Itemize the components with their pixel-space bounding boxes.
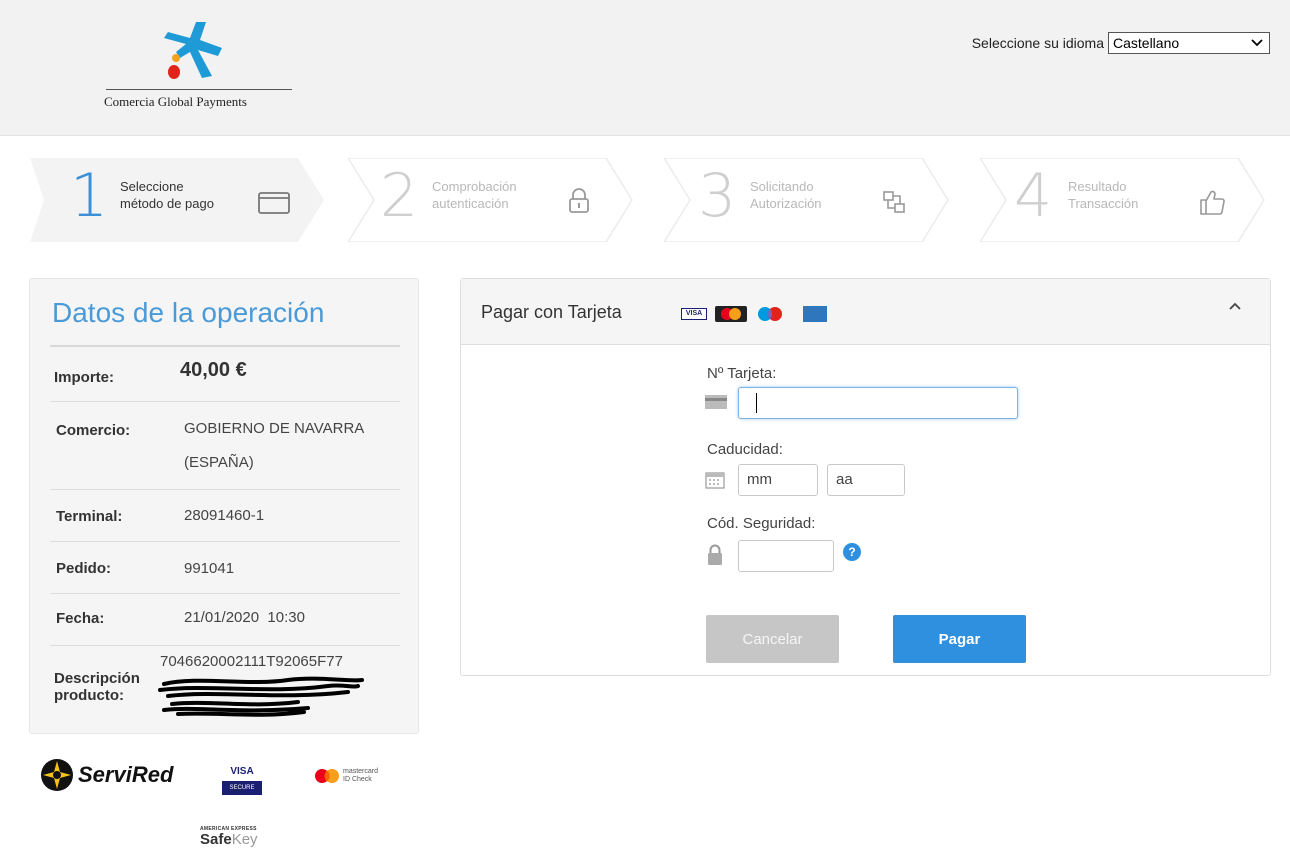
step-label: Resultado Transacción — [1068, 179, 1139, 211]
mastercard-idcheck-logo: mastercard ID Check — [314, 768, 378, 784]
step-number: 4 — [1014, 161, 1053, 231]
row-date: Fecha: 21/01/2020 10:30 — [50, 594, 400, 646]
mastercard-icon — [315, 769, 339, 783]
cvv-input[interactable] — [738, 540, 834, 572]
amex-safekey-logo: AMERICAN EXPRESS SafeKey — [200, 826, 258, 848]
operation-details-panel: Datos de la operación Importe: 40,00 € C… — [29, 278, 419, 734]
security-logos: ServiRed VISA SECURE mastercard ID Check… — [40, 752, 420, 852]
logo-text: Comercia Global Payments — [104, 94, 247, 109]
text-cursor — [756, 393, 757, 413]
network-icon — [883, 191, 905, 213]
step-label: Solicitando Autorización — [750, 179, 822, 211]
row-order: Pedido: 991041 — [50, 542, 400, 594]
amount-label: Importe: — [54, 369, 114, 386]
card-panel-header[interactable]: Pagar con Tarjeta VISA — [461, 279, 1270, 345]
description-value: 7046620002111T92065F77 — [160, 653, 343, 670]
row-description: Descripción producto: 7046620002111T9206… — [50, 646, 400, 726]
step-number: 2 — [380, 161, 419, 231]
step-number: 3 — [698, 161, 737, 231]
card-icon — [705, 395, 727, 409]
operation-title: Datos de la operación — [52, 297, 325, 328]
chevron-up-icon[interactable] — [1228, 301, 1242, 311]
mastercard-icon — [715, 306, 747, 322]
amex-icon — [803, 306, 827, 322]
step-1: 1 Seleccione método de pago — [30, 158, 330, 242]
visa-icon: VISA — [681, 308, 707, 320]
caixa-star-icon — [164, 22, 222, 79]
row-terminal: Terminal: 28091460-1 — [50, 490, 400, 542]
visa-secure-logo: VISA SECURE — [222, 766, 262, 800]
order-label: Pedido: — [56, 560, 111, 577]
expiry-month-input[interactable]: mm — [738, 464, 818, 496]
servired-icon — [41, 759, 73, 791]
pay-button[interactable]: Pagar — [893, 615, 1026, 663]
step-2: 2 Comprobación autenticación — [348, 158, 648, 242]
padlock-icon — [708, 544, 722, 565]
date-value: 21/01/2020 10:30 — [184, 609, 305, 626]
card-brands: VISA — [681, 305, 827, 323]
language-select[interactable]: Castellano — [1108, 32, 1270, 54]
card-panel-title: Pagar con Tarjeta — [481, 302, 622, 322]
servired-logo: ServiRed — [40, 758, 173, 792]
row-amount: Importe: 40,00 € — [50, 347, 400, 402]
amount-value: 40,00 € — [180, 359, 247, 381]
merchant-value: GOBIERNO DE NAVARRA (ESPAÑA) — [184, 420, 365, 471]
calendar-icon — [705, 472, 725, 489]
language-selected-value: Castellano — [1113, 35, 1180, 51]
date-label: Fecha: — [56, 610, 105, 627]
expiry-year-input[interactable]: aa — [827, 464, 905, 496]
order-value: 991041 — [184, 560, 235, 577]
terminal-value: 28091460-1 — [184, 507, 265, 524]
step-number: 1 — [70, 161, 109, 231]
cvv-label: Cód. Seguridad: — [707, 515, 816, 532]
card-number-input[interactable] — [738, 387, 1018, 419]
merchant-label: Comercio: — [56, 422, 131, 439]
language-selector-group: Seleccione su idioma Castellano — [972, 32, 1270, 54]
comercia-logo: Comercia Global Payments — [104, 18, 294, 118]
terminal-label: Terminal: — [56, 508, 123, 525]
card-payment-panel: Pagar con Tarjeta VISA Nº Tarjeta: Caduc… — [460, 278, 1271, 676]
page-header: Comercia Global Payments Seleccione su i… — [0, 0, 1290, 136]
cancel-button[interactable]: Cancelar — [706, 615, 839, 663]
chevron-down-icon — [1251, 39, 1263, 47]
help-icon[interactable]: ? — [843, 543, 861, 561]
step-label: Comprobación autenticación — [432, 179, 517, 211]
row-merchant: Comercio: GOBIERNO DE NAVARRA (ESPAÑA) — [50, 402, 400, 490]
card-number-label: Nº Tarjeta: — [707, 365, 777, 382]
credit-card-icon — [258, 192, 290, 214]
thumbs-up-icon — [1200, 190, 1225, 215]
step-4: 4 Resultado Transacción — [980, 158, 1280, 242]
expiry-label: Caducidad: — [707, 441, 783, 458]
payment-steps: 1 Seleccione método de pago 2 Comprobaci… — [30, 158, 1280, 242]
step-3: 3 Solicitando Autorización — [664, 158, 964, 242]
step-label: Seleccione método de pago — [120, 179, 214, 211]
redaction-scribble — [158, 676, 364, 717]
maestro-icon — [758, 307, 782, 321]
description-label: Descripción producto: — [54, 670, 140, 704]
lock-icon — [569, 188, 589, 213]
language-label: Seleccione su idioma — [971, 35, 1104, 51]
